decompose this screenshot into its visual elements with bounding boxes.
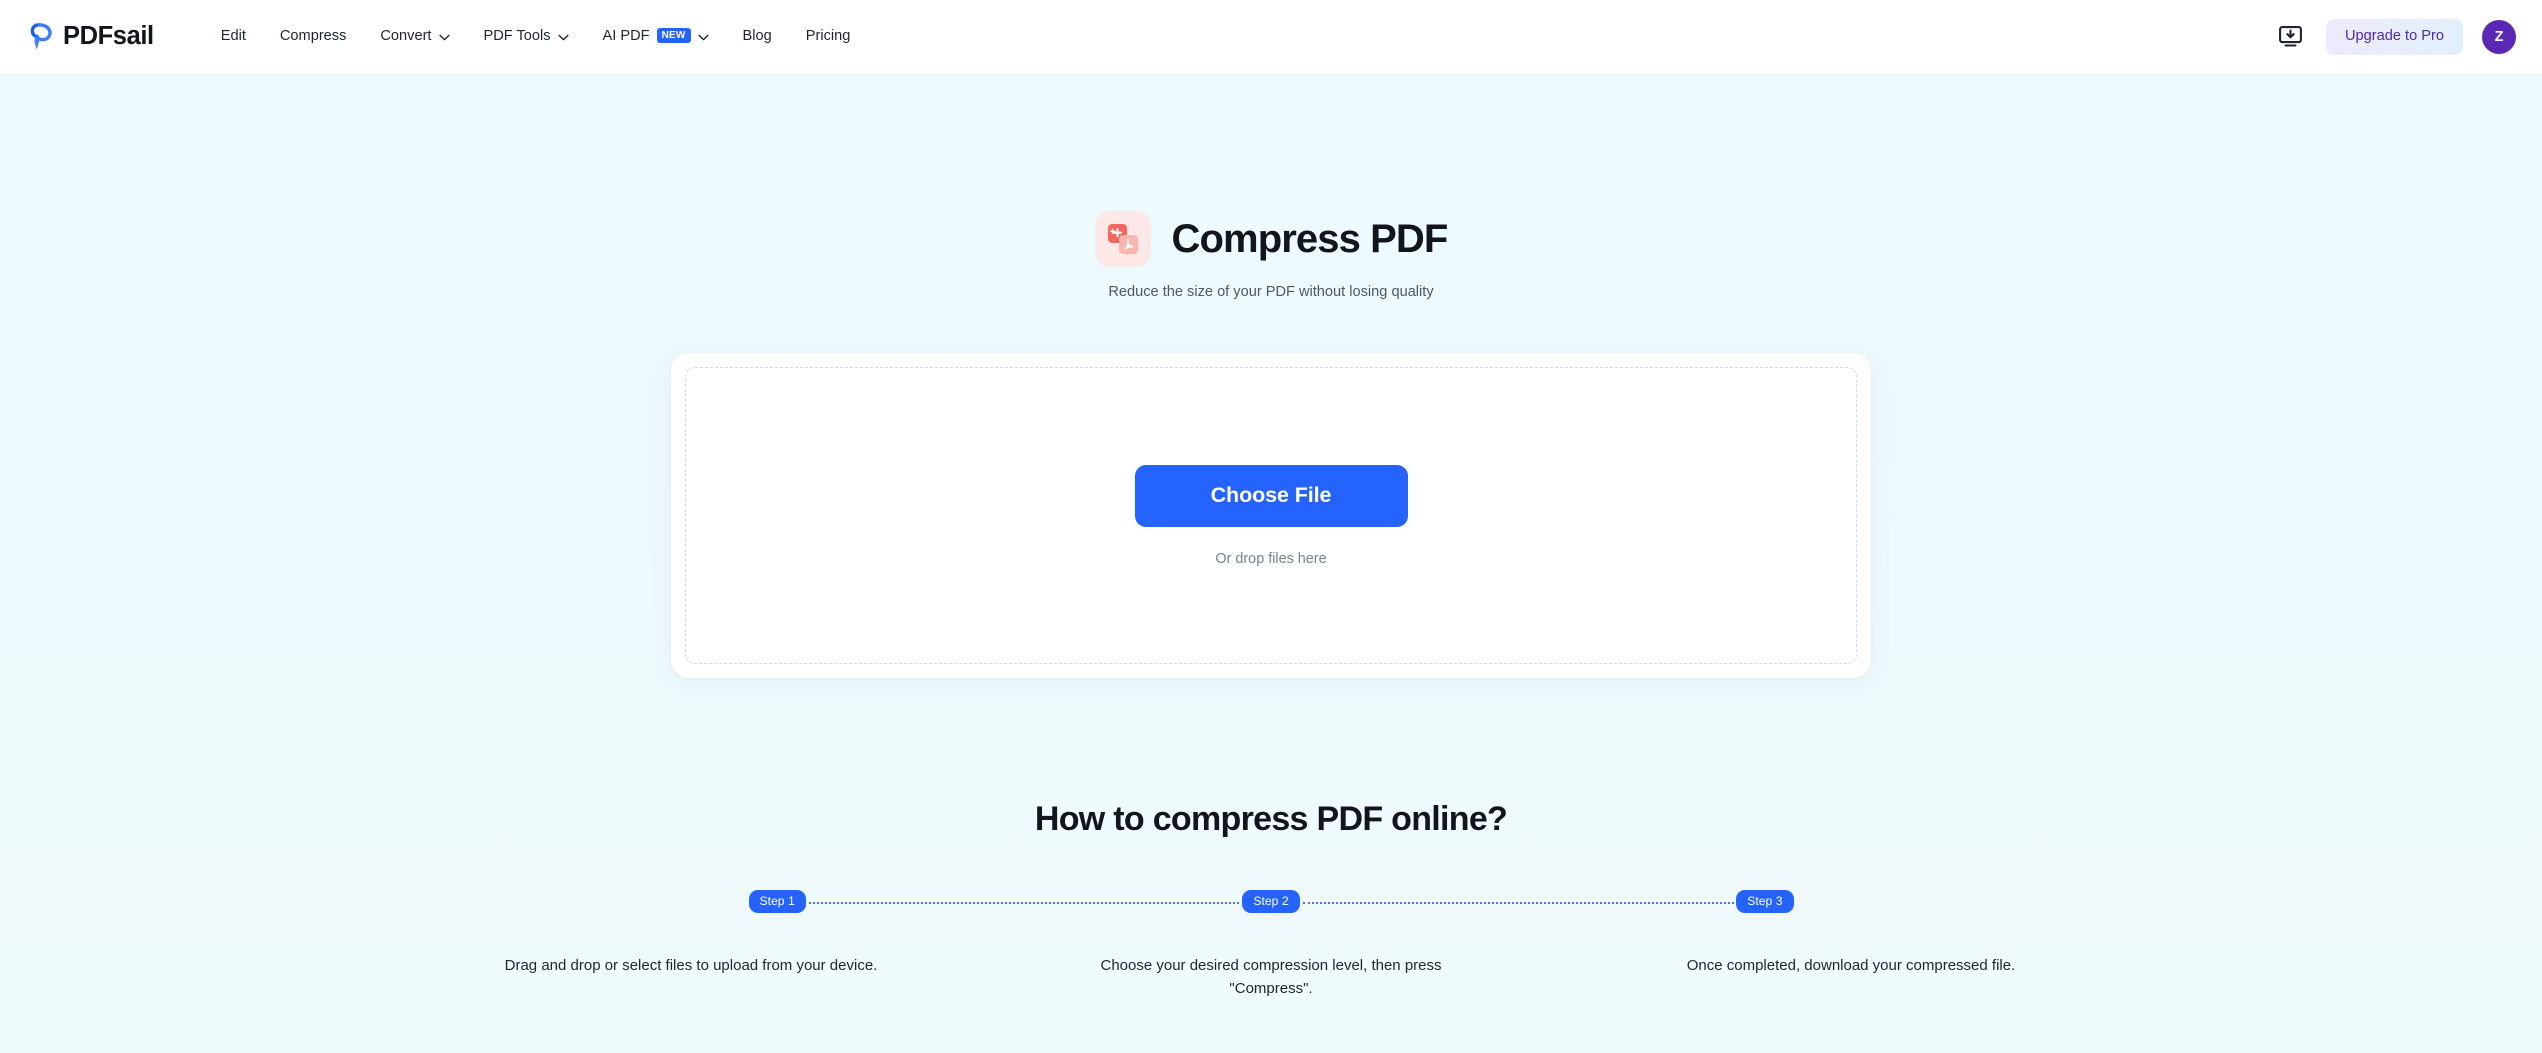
upload-card: Choose File Or drop files here xyxy=(671,352,1871,678)
nav-item-convert[interactable]: Convert xyxy=(363,20,466,53)
site-header: PDFsail Edit Compress Convert PDF Tools … xyxy=(0,0,2542,73)
howto-title: How to compress PDF online? xyxy=(1034,799,1508,838)
install-app-button[interactable] xyxy=(2273,22,2307,52)
drop-files-hint: Or drop files here xyxy=(1215,550,1327,567)
page-title: Compress PDF xyxy=(1171,217,1449,261)
nav-item-label: Edit xyxy=(220,28,246,45)
nav-item-label: Pricing xyxy=(805,28,851,45)
nav-item-pricing[interactable]: Pricing xyxy=(789,20,868,53)
nav-item-ai-pdf[interactable]: AI PDF NEW xyxy=(586,20,726,53)
nav-item-label: PDF Tools xyxy=(483,28,551,45)
header-actions: Upgrade to Pro Z xyxy=(2273,18,2516,55)
hero-title-row: Compress PDF xyxy=(1094,211,1449,267)
steps-timeline: Step 1 Step 2 Step 3 xyxy=(748,889,1794,914)
step-connector-1 xyxy=(808,901,1239,904)
brand-name: PDFsail xyxy=(63,21,154,50)
new-badge: NEW xyxy=(656,28,691,43)
brand-logo-link[interactable]: PDFsail xyxy=(24,21,154,51)
page-content: Compress PDF Reduce the size of your PDF… xyxy=(0,73,2542,1053)
nav-item-label: AI PDF xyxy=(602,28,650,45)
step-badge-1: Step 1 xyxy=(748,890,806,913)
nav-item-compress[interactable]: Compress xyxy=(263,20,364,53)
upgrade-to-pro-button[interactable]: Upgrade to Pro xyxy=(2326,18,2463,55)
step-description-2: Choose your desired compression level, t… xyxy=(1100,957,1442,998)
chevron-down-icon xyxy=(438,33,450,41)
nav-item-label: Convert xyxy=(380,28,432,45)
nav-item-label: Compress xyxy=(279,28,347,45)
chevron-down-icon xyxy=(557,33,569,41)
nav-item-edit[interactable]: Edit xyxy=(204,20,263,53)
compress-pdf-icon xyxy=(1094,211,1151,267)
file-dropzone[interactable]: Choose File Or drop files here xyxy=(685,366,1857,664)
howto-section: How to compress PDF online? Step 1 Step … xyxy=(0,800,2542,1001)
main-nav: Edit Compress Convert PDF Tools AI PDF N… xyxy=(204,20,868,53)
nav-item-blog[interactable]: Blog xyxy=(726,20,789,53)
hero-section: Compress PDF Reduce the size of your PDF… xyxy=(0,73,2542,302)
chevron-down-icon xyxy=(697,33,709,41)
install-app-icon xyxy=(2278,26,2302,47)
step-badge-2: Step 2 xyxy=(1242,890,1300,913)
pdfsail-logo-icon xyxy=(27,22,54,51)
step-badge-3: Step 3 xyxy=(1736,890,1794,913)
steps-descriptions: Drag and drop or select files to upload … xyxy=(491,954,2051,1001)
choose-file-button[interactable]: Choose File xyxy=(1134,464,1408,527)
step-description-1: Drag and drop or select files to upload … xyxy=(504,957,878,975)
nav-item-pdf-tools[interactable]: PDF Tools xyxy=(467,20,586,53)
page-subtitle: Reduce the size of your PDF without losi… xyxy=(1108,284,1434,300)
steps-track: Step 1 Step 2 Step 3 xyxy=(748,889,1794,914)
step-description-3: Once completed, download your compressed… xyxy=(1686,957,2016,975)
step-connector-2 xyxy=(1303,901,1734,904)
user-avatar[interactable]: Z xyxy=(2482,19,2516,54)
nav-item-label: Blog xyxy=(742,28,772,45)
